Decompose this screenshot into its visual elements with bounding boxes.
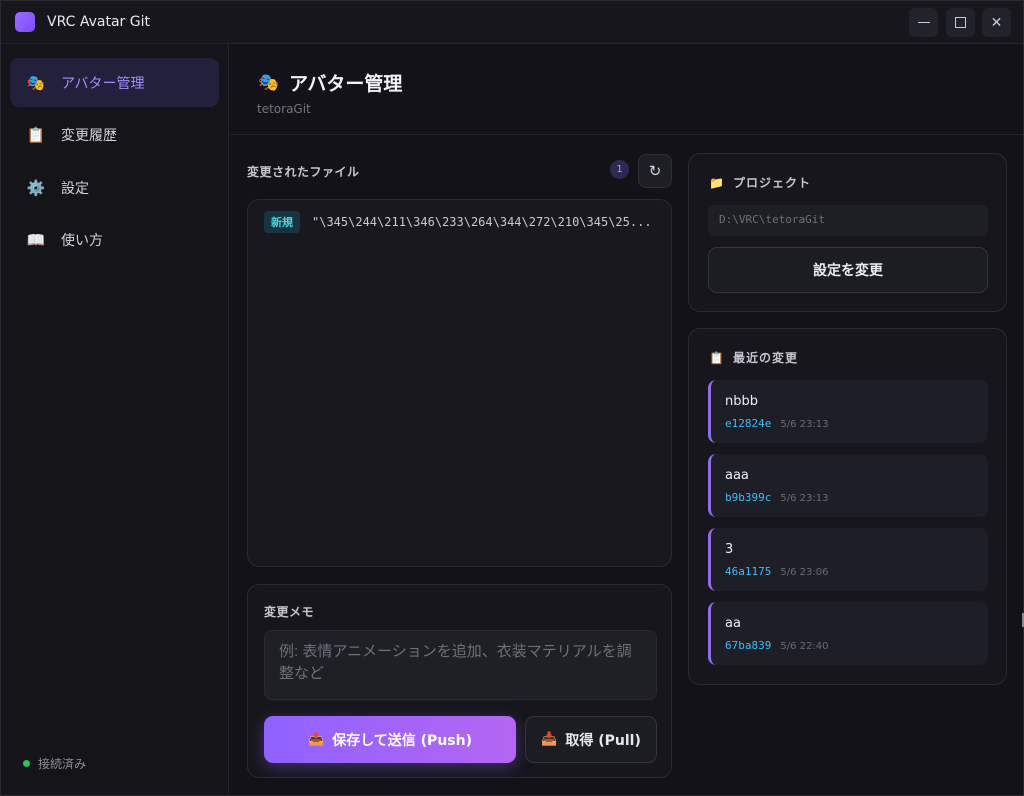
commit-item[interactable]: 3 46a1175 5/6 23:06 xyxy=(708,528,988,591)
commit-memo-card: 変更メモ 📤 保存して送信 (Push) 📥 取得 (Pull) xyxy=(247,584,672,778)
gear-icon: ⚙️ xyxy=(26,178,46,197)
minimize-button[interactable] xyxy=(909,8,938,37)
commit-item[interactable]: aaa b9b399c 5/6 23:13 xyxy=(708,454,988,517)
changed-files-count-badge: 1 xyxy=(610,160,629,179)
folder-icon: 📁 xyxy=(709,175,725,190)
sidebar-item-avatar-management[interactable]: 🎭 アバター管理 xyxy=(10,58,219,107)
outbox-icon: 📤 xyxy=(308,732,325,747)
commit-message: 3 xyxy=(725,542,734,557)
sidebar-item-label: 変更履歴 xyxy=(61,127,117,144)
project-path: D:\VRC\tetoraGit xyxy=(708,205,988,236)
commit-time: 5/6 22:40 xyxy=(780,641,829,652)
list-item[interactable]: 新規 "\345\244\211\346\233\264\344\272\210… xyxy=(264,211,659,233)
repository-name: tetoraGit xyxy=(257,102,311,116)
status-dot-icon xyxy=(23,760,30,767)
close-icon: ✕ xyxy=(990,14,1003,31)
project-card-header: 📁 プロジェクト xyxy=(709,174,811,191)
sidebar-item-label: 設定 xyxy=(61,180,89,197)
commit-meta: 67ba839 5/6 22:40 xyxy=(725,639,828,652)
page-header: 🎭 アバター管理 tetoraGit xyxy=(230,44,1023,135)
commit-item[interactable]: nbbb e12824e 5/6 23:13 xyxy=(708,380,988,443)
window-title: VRC Avatar Git xyxy=(47,14,150,30)
commit-hash: e12824e xyxy=(725,417,772,430)
commit-message: nbbb xyxy=(725,394,758,409)
sidebar: 🎭 アバター管理 📋 変更履歴 ⚙️ 設定 📖 使い方 接続済み xyxy=(1,44,229,795)
title-bar[interactable]: VRC Avatar Git ✕ xyxy=(1,1,1023,44)
refresh-button[interactable]: ↻ xyxy=(638,154,672,188)
inbox-icon: 📥 xyxy=(541,732,558,747)
push-button[interactable]: 📤 保存して送信 (Push) xyxy=(264,716,516,763)
changed-files-list[interactable]: 新規 "\345\244\211\346\233\264\344\272\210… xyxy=(247,199,672,567)
clipboard-icon: 📋 xyxy=(709,350,725,365)
change-settings-button[interactable]: 設定を変更 xyxy=(708,247,988,293)
sidebar-item-history[interactable]: 📋 変更履歴 xyxy=(10,110,219,159)
sidebar-item-label: 使い方 xyxy=(61,232,103,249)
commit-memo-label: 変更メモ xyxy=(264,605,315,619)
app-logo-icon xyxy=(15,12,35,32)
commit-time: 5/6 23:06 xyxy=(780,567,829,578)
connection-status-label: 接続済み xyxy=(38,757,87,771)
sidebar-item-settings[interactable]: ⚙️ 設定 xyxy=(10,163,219,212)
project-card: 📁 プロジェクト D:\VRC\tetoraGit 設定を変更 xyxy=(688,153,1007,312)
commit-message: aa xyxy=(725,616,741,631)
theater-masks-icon: 🎭 xyxy=(258,72,280,93)
commit-time: 5/6 23:13 xyxy=(780,493,829,504)
theater-masks-icon: 🎭 xyxy=(26,73,46,92)
commit-time: 5/6 23:13 xyxy=(780,419,829,430)
maximize-button[interactable] xyxy=(946,8,975,37)
commit-message: aaa xyxy=(725,468,749,483)
minimize-icon xyxy=(917,22,930,23)
connection-status: 接続済み xyxy=(23,755,86,772)
pull-button-label: 取得 (Pull) xyxy=(565,732,641,749)
page-title: アバター管理 xyxy=(289,73,403,95)
recent-changes-card: 📋 最近の変更 nbbb e12824e 5/6 23:13 aaa b9b39… xyxy=(688,328,1007,685)
commit-hash: 46a1175 xyxy=(725,565,772,578)
sidebar-item-label: アバター管理 xyxy=(61,75,145,92)
refresh-icon: ↻ xyxy=(648,162,662,180)
recent-changes-title: 最近の変更 xyxy=(732,351,798,365)
commit-meta: b9b399c 5/6 23:13 xyxy=(725,491,828,504)
commit-meta: 46a1175 5/6 23:06 xyxy=(725,565,828,578)
commit-meta: e12824e 5/6 23:13 xyxy=(725,417,828,430)
project-card-title: プロジェクト xyxy=(732,176,811,190)
changed-files-label: 変更されたファイル xyxy=(247,165,360,179)
sidebar-item-how-to-use[interactable]: 📖 使い方 xyxy=(10,215,219,264)
clipboard-icon: 📋 xyxy=(26,125,46,144)
pull-button[interactable]: 📥 取得 (Pull) xyxy=(525,716,657,763)
push-button-label: 保存して送信 (Push) xyxy=(332,732,472,749)
book-icon: 📖 xyxy=(26,230,46,249)
new-file-badge: 新規 xyxy=(264,211,300,233)
app-window: VRC Avatar Git ✕ 🎭 アバター管理 📋 変更履歴 ⚙️ 設定 📖… xyxy=(0,0,1024,796)
maximize-icon xyxy=(955,17,966,28)
recent-changes-header: 📋 最近の変更 xyxy=(709,349,798,366)
file-path: "\345\244\211\346\233\264\344\272\210\34… xyxy=(312,215,652,229)
commit-hash: 67ba839 xyxy=(725,639,772,652)
commit-hash: b9b399c xyxy=(725,491,772,504)
page-title-row: 🎭 アバター管理 xyxy=(258,69,402,96)
close-button[interactable]: ✕ xyxy=(982,8,1011,37)
commit-item[interactable]: aa 67ba839 5/6 22:40 xyxy=(708,602,988,665)
commit-memo-input[interactable] xyxy=(264,630,657,700)
